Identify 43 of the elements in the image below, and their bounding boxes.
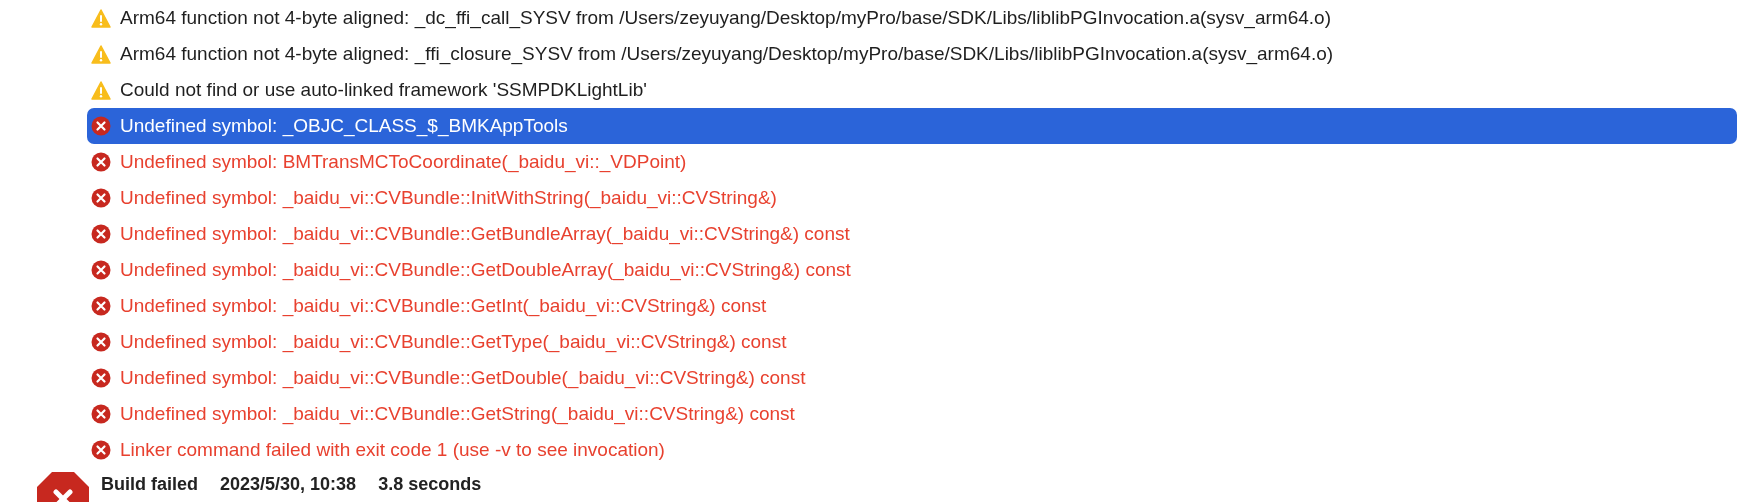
issue-row[interactable]: Undefined symbol: _baidu_vi::CVBundle::GetString(_baidu_vi::CVString&) const xyxy=(87,396,1737,432)
issue-row[interactable]: Undefined symbol: _baidu_vi::CVBundle::GetDouble(_baidu_vi::CVString&) const xyxy=(87,360,1737,396)
issue-message: Undefined symbol: _baidu_vi::CVBundle::GetBundleArray(_baidu_vi::CVString&) const xyxy=(120,223,850,245)
issue-message: Linker command failed with exit code 1 (use -v to see invocation) xyxy=(120,439,665,461)
issue-message: Could not find or use auto-linked framework 'SSMPDKLightLib' xyxy=(120,79,647,101)
build-duration: 3.8 seconds xyxy=(378,474,482,495)
issue-row[interactable]: Undefined symbol: _baidu_vi::CVBundle::GetInt(_baidu_vi::CVString&) const xyxy=(87,288,1737,324)
issue-message: Undefined symbol: _baidu_vi::CVBundle::GetDouble(_baidu_vi::CVString&) const xyxy=(120,367,806,389)
warning-icon xyxy=(91,80,111,100)
issue-row[interactable]: Undefined symbol: _baidu_vi::CVBundle::GetBundleArray(_baidu_vi::CVString&) const xyxy=(87,216,1737,252)
build-failed-icon xyxy=(37,472,89,502)
issue-row[interactable]: Could not find or use auto-linked framework 'SSMPDKLightLib' xyxy=(87,72,1737,108)
issue-row[interactable]: Arm64 function not 4-byte aligned: _ffi_closure_SYSV from /Users/zeyuyang/Desktop/myPro/base/SDK/Libs/liblibPGInvocation.a(sysv_arm64.o) xyxy=(87,36,1737,72)
issue-row[interactable]: Arm64 function not 4-byte aligned: _dc_ffi_call_SYSV from /Users/zeyuyang/Desktop/myPro/base/SDK/Libs/liblibPGInvocation.a(sysv_arm64.o) xyxy=(87,0,1737,36)
issue-row[interactable]: Undefined symbol: _baidu_vi::CVBundle::InitWithString(_baidu_vi::CVString&) xyxy=(87,180,1737,216)
build-status: Build failed xyxy=(101,474,198,495)
issue-message: Undefined symbol: _OBJC_CLASS_$_BMKAppTools xyxy=(120,115,568,137)
warning-icon xyxy=(91,8,111,28)
issue-message: Undefined symbol: _baidu_vi::CVBundle::GetInt(_baidu_vi::CVString&) const xyxy=(120,295,767,317)
error-icon xyxy=(91,224,111,244)
issue-message: Undefined symbol: _baidu_vi::CVBundle::GetType(_baidu_vi::CVString&) const xyxy=(120,331,787,353)
issue-message: Undefined symbol: _baidu_vi::CVBundle::GetString(_baidu_vi::CVString&) const xyxy=(120,403,795,425)
issue-row[interactable]: Undefined symbol: _baidu_vi::CVBundle::GetDoubleArray(_baidu_vi::CVString&) const xyxy=(87,252,1737,288)
issue-message: Undefined symbol: _baidu_vi::CVBundle::GetDoubleArray(_baidu_vi::CVString&) const xyxy=(120,259,851,281)
error-icon xyxy=(91,260,111,280)
error-icon xyxy=(91,152,111,172)
issue-message: Undefined symbol: BMTransMCToCoordinate(_baidu_vi::_VDPoint) xyxy=(120,151,687,173)
build-date: 2023/5/30, 10:38 xyxy=(220,474,357,495)
error-icon xyxy=(91,404,111,424)
error-icon xyxy=(91,296,111,316)
warning-icon xyxy=(91,44,111,64)
error-icon xyxy=(91,116,111,136)
issue-row[interactable]: Linker command failed with exit code 1 (use -v to see invocation) xyxy=(87,432,1737,468)
issue-row[interactable]: Undefined symbol: BMTransMCToCoordinate(_baidu_vi::_VDPoint) xyxy=(87,144,1737,180)
issue-row[interactable]: Undefined symbol: _baidu_vi::CVBundle::GetType(_baidu_vi::CVString&) const xyxy=(87,324,1737,360)
issue-message: Arm64 function not 4-byte aligned: _dc_ffi_call_SYSV from /Users/zeyuyang/Desktop/myPro/base/SDK/Libs/liblibPGInvocation.a(sysv_arm64.o) xyxy=(120,7,1331,29)
issue-message: Undefined symbol: _baidu_vi::CVBundle::InitWithString(_baidu_vi::CVString&) xyxy=(120,187,777,209)
error-icon xyxy=(91,332,111,352)
issue-row[interactable]: Undefined symbol: _OBJC_CLASS_$_BMKAppTools xyxy=(87,108,1737,144)
error-icon xyxy=(91,440,111,460)
issue-message: Arm64 function not 4-byte aligned: _ffi_closure_SYSV from /Users/zeyuyang/Desktop/myPro/base/SDK/Libs/liblibPGInvocation.a(sysv_arm64.o) xyxy=(120,43,1334,65)
error-icon xyxy=(91,368,111,388)
error-icon xyxy=(91,188,111,208)
